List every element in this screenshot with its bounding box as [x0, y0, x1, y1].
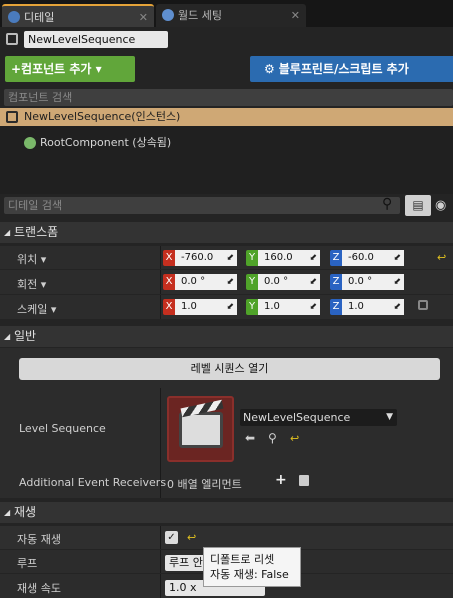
component-instance-label: NewLevelSequence(인스턴스)	[24, 110, 181, 123]
rotation-row: 회전 ▾ X 0.0 ° ⬋ Y 0.0 ° ⬋ Z 0.0 ° ⬋	[0, 270, 453, 294]
add-element-icon[interactable]: +	[275, 472, 287, 488]
axis-x-label: X	[163, 299, 175, 315]
detail-search-input[interactable]: 디테일 검색	[4, 197, 400, 214]
open-level-sequence-button[interactable]: 레벨 시퀀스 열기	[19, 358, 440, 380]
axis-x-label: X	[163, 274, 175, 290]
auto-play-checkbox[interactable]: ✓	[165, 531, 178, 544]
rotation-z-input[interactable]: 0.0 ° ⬋	[342, 274, 404, 290]
rotation-y-input[interactable]: 0.0 ° ⬋	[258, 274, 320, 290]
level-sequence-value: NewLevelSequence	[243, 411, 351, 424]
gear-icon: ⚙	[264, 62, 275, 76]
collapse-arrow-icon: ◢	[4, 508, 11, 517]
loop-label: 루프	[17, 557, 38, 570]
event-receivers-label: Additional Event Receivers	[19, 476, 167, 489]
level-sequence-label: Level Sequence	[19, 422, 106, 435]
search-icon	[8, 11, 20, 23]
auto-play-label: 자동 재생	[17, 533, 61, 546]
tooltip-line-2: 자동 재생: False	[210, 568, 289, 581]
collapse-arrow-icon: ◢	[4, 228, 11, 237]
collapse-arrow-icon: ◢	[4, 332, 11, 341]
level-sequence-dropdown[interactable]: NewLevelSequence ▼	[240, 409, 397, 426]
close-icon[interactable]: ✕	[139, 6, 148, 29]
lock-icon[interactable]	[418, 300, 428, 310]
axis-y-label: Y	[246, 274, 258, 290]
transform-section-header[interactable]: ◢ 트랜스폼	[0, 222, 453, 243]
eye-icon[interactable]: ◉	[435, 198, 446, 213]
reset-default-tooltip: 디폴트로 리셋 자동 재생: False	[203, 547, 301, 587]
component-tree: RootComponent (상속됨)	[0, 126, 453, 194]
scale-y-input[interactable]: 1.0 ⬋	[258, 299, 320, 315]
rotation-x-input[interactable]: 0.0 ° ⬋	[175, 274, 237, 290]
chevron-down-icon: ▼	[386, 412, 393, 422]
browse-search-icon[interactable]: ⚲	[268, 431, 277, 445]
add-component-button[interactable]: +컴포넌트 추가 ▾	[5, 56, 135, 82]
tab-details-label: 디테일	[24, 11, 55, 24]
trash-icon[interactable]	[299, 475, 309, 486]
root-component-item[interactable]: RootComponent (상속됨)	[24, 135, 171, 151]
axis-z-label: Z	[330, 299, 342, 315]
scene-component-icon	[24, 137, 36, 149]
tab-bar: 디테일 ✕ 월드 세팅 ✕	[0, 0, 453, 27]
view-options-icon[interactable]: ▤	[405, 195, 431, 216]
tab-world-settings-label: 월드 세팅	[178, 9, 222, 22]
axis-z-label: Z	[330, 274, 342, 290]
auto-play-row: 자동 재생	[0, 526, 453, 549]
clapperboard-icon	[179, 412, 223, 448]
axis-x-label: X	[163, 250, 175, 266]
play-rate-label: 재생 속도	[17, 582, 61, 595]
playback-header-label: 재생	[14, 505, 37, 519]
location-z-input[interactable]: -60.0 ⬋	[342, 250, 404, 266]
playback-section-header[interactable]: ◢ 재생	[0, 502, 453, 523]
tab-world-settings[interactable]: 월드 세팅 ✕	[156, 4, 306, 27]
axis-y-label: Y	[246, 250, 258, 266]
location-label[interactable]: 위치 ▾	[17, 251, 46, 267]
event-receivers-value: 0 배열 엘리먼트	[167, 478, 242, 491]
scale-x-input[interactable]: 1.0 ⬋	[175, 299, 237, 315]
add-blueprint-script-label: 블루프린트/스크립트 추가	[278, 62, 409, 76]
actor-instance-icon	[6, 111, 18, 123]
axis-y-label: Y	[246, 299, 258, 315]
reset-auto-play-icon[interactable]: ↩	[187, 531, 196, 544]
root-component-label: RootComponent (상속됨)	[40, 136, 172, 149]
general-section-header[interactable]: ◢ 일반	[0, 326, 453, 347]
add-blueprint-script-button[interactable]: ⚙ 블루프린트/스크립트 추가	[250, 56, 453, 82]
component-search-input[interactable]: 컴포넌트 검색	[4, 89, 453, 106]
scale-row: 스케일 ▾ X 1.0 ⬋ Y 1.0 ⬋ Z 1.0 ⬋	[0, 295, 453, 319]
component-instance-row[interactable]: NewLevelSequence(인스턴스)	[0, 108, 453, 126]
actor-icon	[6, 33, 18, 45]
location-row: 위치 ▾ X -760.0 ⬋ Y 160.0 ⬋ Z -60.0 ⬋ ↩	[0, 246, 453, 269]
actor-name-input[interactable]: NewLevelSequence	[24, 31, 168, 48]
rotation-label[interactable]: 회전 ▾	[17, 276, 46, 292]
level-sequence-thumbnail[interactable]	[167, 396, 234, 462]
search-icon: ⚲	[382, 196, 393, 212]
tab-details[interactable]: 디테일 ✕	[2, 4, 154, 27]
reset-level-sequence-icon[interactable]: ↩	[290, 432, 299, 445]
location-x-input[interactable]: -760.0 ⬋	[175, 250, 237, 266]
tooltip-line-1: 디폴트로 리셋	[210, 553, 275, 566]
use-selected-arrow-icon[interactable]: ⬅	[245, 431, 255, 445]
scale-label[interactable]: 스케일 ▾	[17, 301, 56, 317]
globe-icon	[162, 9, 174, 21]
axis-z-label: Z	[330, 250, 342, 266]
location-y-input[interactable]: 160.0 ⬋	[258, 250, 320, 266]
close-icon[interactable]: ✕	[291, 4, 300, 27]
transform-header-label: 트랜스폼	[14, 225, 59, 239]
reset-location-icon[interactable]: ↩	[437, 251, 446, 264]
general-header-label: 일반	[14, 329, 37, 343]
scale-z-input[interactable]: 1.0 ⬋	[342, 299, 404, 315]
